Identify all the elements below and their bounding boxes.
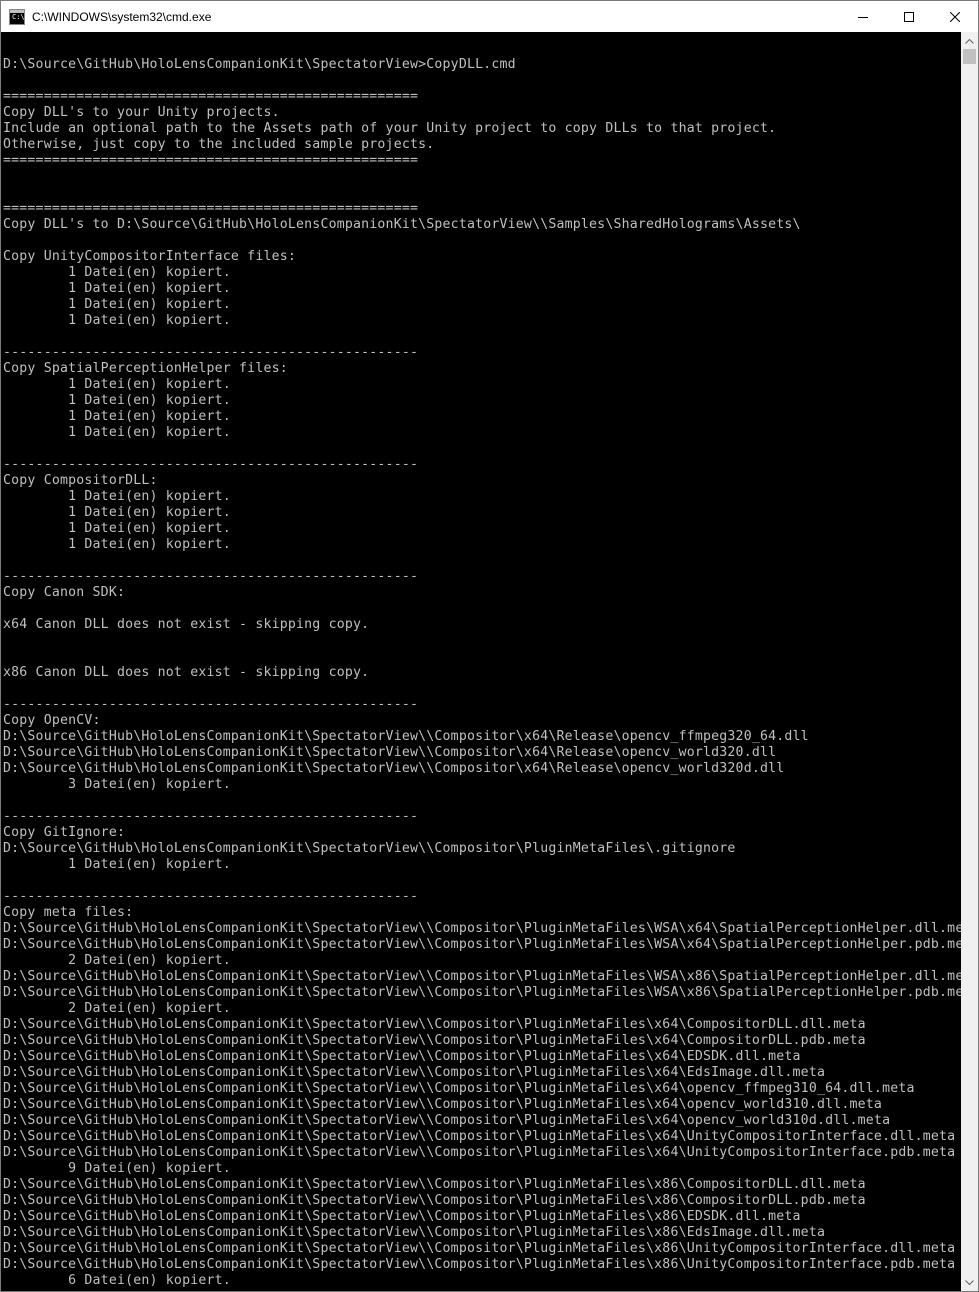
console-line: D:\Source\GitHub\HoloLensCompanionKit\Sp…	[3, 1241, 956, 1256]
console-line: x64 Canon DLL does not exist - skipping …	[3, 617, 370, 632]
console-line: 2 Datei(en) kopiert.	[3, 1001, 231, 1016]
close-button[interactable]	[932, 1, 978, 32]
console-line: 1 Datei(en) kopiert.	[3, 265, 231, 280]
console-line: x86 Canon DLL does not exist - skipping …	[3, 665, 370, 680]
console-line: 1 Datei(en) kopiert.	[3, 857, 231, 872]
scroll-thumb[interactable]	[963, 49, 976, 64]
console-line: Copy DLL's to your Unity projects.	[3, 105, 280, 120]
console-line: 1 Datei(en) kopiert.	[3, 297, 231, 312]
console-line: 1 Datei(en) kopiert.	[3, 313, 231, 328]
console-line: 1 Datei(en) kopiert.	[3, 393, 231, 408]
console-line: 1 Datei(en) kopiert.	[3, 409, 231, 424]
scroll-down-button[interactable]	[961, 1274, 978, 1291]
console-line: 1 Datei(en) kopiert.	[3, 377, 231, 392]
window-controls	[840, 1, 978, 32]
maximize-icon	[904, 11, 914, 22]
console-line: D:\Source\GitHub\HoloLensCompanionKit\Sp…	[3, 841, 736, 856]
console-line: D:\Source\GitHub\HoloLensCompanionKit\Sp…	[3, 985, 961, 1000]
console-line: 2 Datei(en) kopiert.	[3, 953, 231, 968]
console-line: 1 Datei(en) kopiert.	[3, 537, 231, 552]
cmd-window: C:\ C:\WINDOWS\system32\cmd.exe D:\Sourc…	[0, 0, 979, 1292]
chevron-down-icon	[965, 1279, 974, 1285]
console-line: ----------------------------------------…	[3, 569, 419, 584]
console-line: 9 Datei(en) kopiert.	[3, 1161, 231, 1176]
console-line: D:\Source\GitHub\HoloLensCompanionKit\Sp…	[3, 1081, 915, 1096]
console-line: D:\Source\GitHub\HoloLensCompanionKit\Sp…	[3, 1193, 866, 1208]
console-line: 1 Datei(en) kopiert.	[3, 505, 231, 520]
console-line: D:\Source\GitHub\HoloLensCompanionKit\Sp…	[3, 1049, 801, 1064]
console-text: D:\Source\GitHub\HoloLensCompanionKit\Sp…	[1, 32, 961, 1291]
console-line: Copy Canon SDK:	[3, 585, 126, 600]
console-line: Copy DLL's to D:\Source\GitHub\HoloLensC…	[3, 217, 801, 232]
console-line: D:\Source\GitHub\HoloLensCompanionKit\Sp…	[3, 937, 961, 952]
console-line: ========================================…	[3, 1289, 418, 1291]
console-line: D:\Source\GitHub\HoloLensCompanionKit\Sp…	[3, 1113, 891, 1128]
console-line: Copy SpatialPerceptionHelper files:	[3, 361, 288, 376]
console-line: Otherwise, just copy to the included sam…	[3, 137, 435, 152]
console-line: D:\Source\GitHub\HoloLensCompanionKit\Sp…	[3, 57, 516, 72]
scroll-up-button[interactable]	[961, 32, 978, 49]
console-line: Copy meta files:	[3, 905, 134, 920]
console-line: ========================================…	[3, 201, 419, 216]
console-line: ========================================…	[3, 153, 419, 168]
console-line: D:\Source\GitHub\HoloLensCompanionKit\Sp…	[3, 1129, 956, 1144]
console-line: D:\Source\GitHub\HoloLensCompanionKit\Sp…	[3, 1225, 826, 1240]
console-line: 1 Datei(en) kopiert.	[3, 521, 231, 536]
console-line: D:\Source\GitHub\HoloLensCompanionKit\Sp…	[3, 761, 785, 776]
console-line: ----------------------------------------…	[3, 697, 419, 712]
maximize-button[interactable]	[886, 1, 932, 32]
console-line: D:\Source\GitHub\HoloLensCompanionKit\Sp…	[3, 921, 961, 936]
console-line: D:\Source\GitHub\HoloLensCompanionKit\Sp…	[3, 1145, 956, 1160]
console-line: ----------------------------------------…	[3, 457, 419, 472]
console-line: ----------------------------------------…	[3, 345, 419, 360]
window-title: C:\WINDOWS\system32\cmd.exe	[32, 9, 212, 24]
console-line: D:\Source\GitHub\HoloLensCompanionKit\Sp…	[3, 729, 809, 744]
chevron-up-icon	[965, 38, 974, 44]
console-line: 1 Datei(en) kopiert.	[3, 281, 231, 296]
minimize-icon	[858, 16, 868, 18]
console-line: ========================================…	[3, 89, 419, 104]
console-line: D:\Source\GitHub\HoloLensCompanionKit\Sp…	[3, 1209, 801, 1224]
cmd-icon-glyph: C:\	[12, 12, 25, 21]
console-line: D:\Source\GitHub\HoloLensCompanionKit\Sp…	[3, 969, 961, 984]
minimize-button[interactable]	[840, 1, 886, 32]
close-icon	[950, 11, 960, 22]
console-output[interactable]: D:\Source\GitHub\HoloLensCompanionKit\Sp…	[1, 32, 961, 1291]
console-line: D:\Source\GitHub\HoloLensCompanionKit\Sp…	[3, 745, 777, 760]
cmd-app-icon[interactable]: C:\	[9, 8, 25, 25]
console-line: Copy OpenCV:	[3, 713, 101, 728]
console-line: Copy CompositorDLL:	[3, 473, 158, 488]
console-line: D:\Source\GitHub\HoloLensCompanionKit\Sp…	[3, 1177, 866, 1192]
console-line: 1 Datei(en) kopiert.	[3, 489, 231, 504]
console-line: D:\Source\GitHub\HoloLensCompanionKit\Sp…	[3, 1033, 866, 1048]
console-line: Include an optional path to the Assets p…	[3, 121, 777, 136]
console-line: D:\Source\GitHub\HoloLensCompanionKit\Sp…	[3, 1257, 956, 1272]
console-line: Copy UnityCompositorInterface files:	[3, 249, 297, 264]
console-line: 6 Datei(en) kopiert.	[3, 1273, 231, 1288]
vertical-scrollbar[interactable]	[961, 32, 978, 1291]
console-line: D:\Source\GitHub\HoloLensCompanionKit\Sp…	[3, 1097, 883, 1112]
console-line: 3 Datei(en) kopiert.	[3, 777, 231, 792]
console-line: ----------------------------------------…	[3, 809, 419, 824]
console-line: ----------------------------------------…	[3, 889, 419, 904]
console-line: D:\Source\GitHub\HoloLensCompanionKit\Sp…	[3, 1065, 826, 1080]
console-line: 1 Datei(en) kopiert.	[3, 425, 231, 440]
console-line: Copy GitIgnore:	[3, 825, 126, 840]
console-line: D:\Source\GitHub\HoloLensCompanionKit\Sp…	[3, 1017, 866, 1032]
title-bar[interactable]: C:\ C:\WINDOWS\system32\cmd.exe	[1, 1, 978, 32]
